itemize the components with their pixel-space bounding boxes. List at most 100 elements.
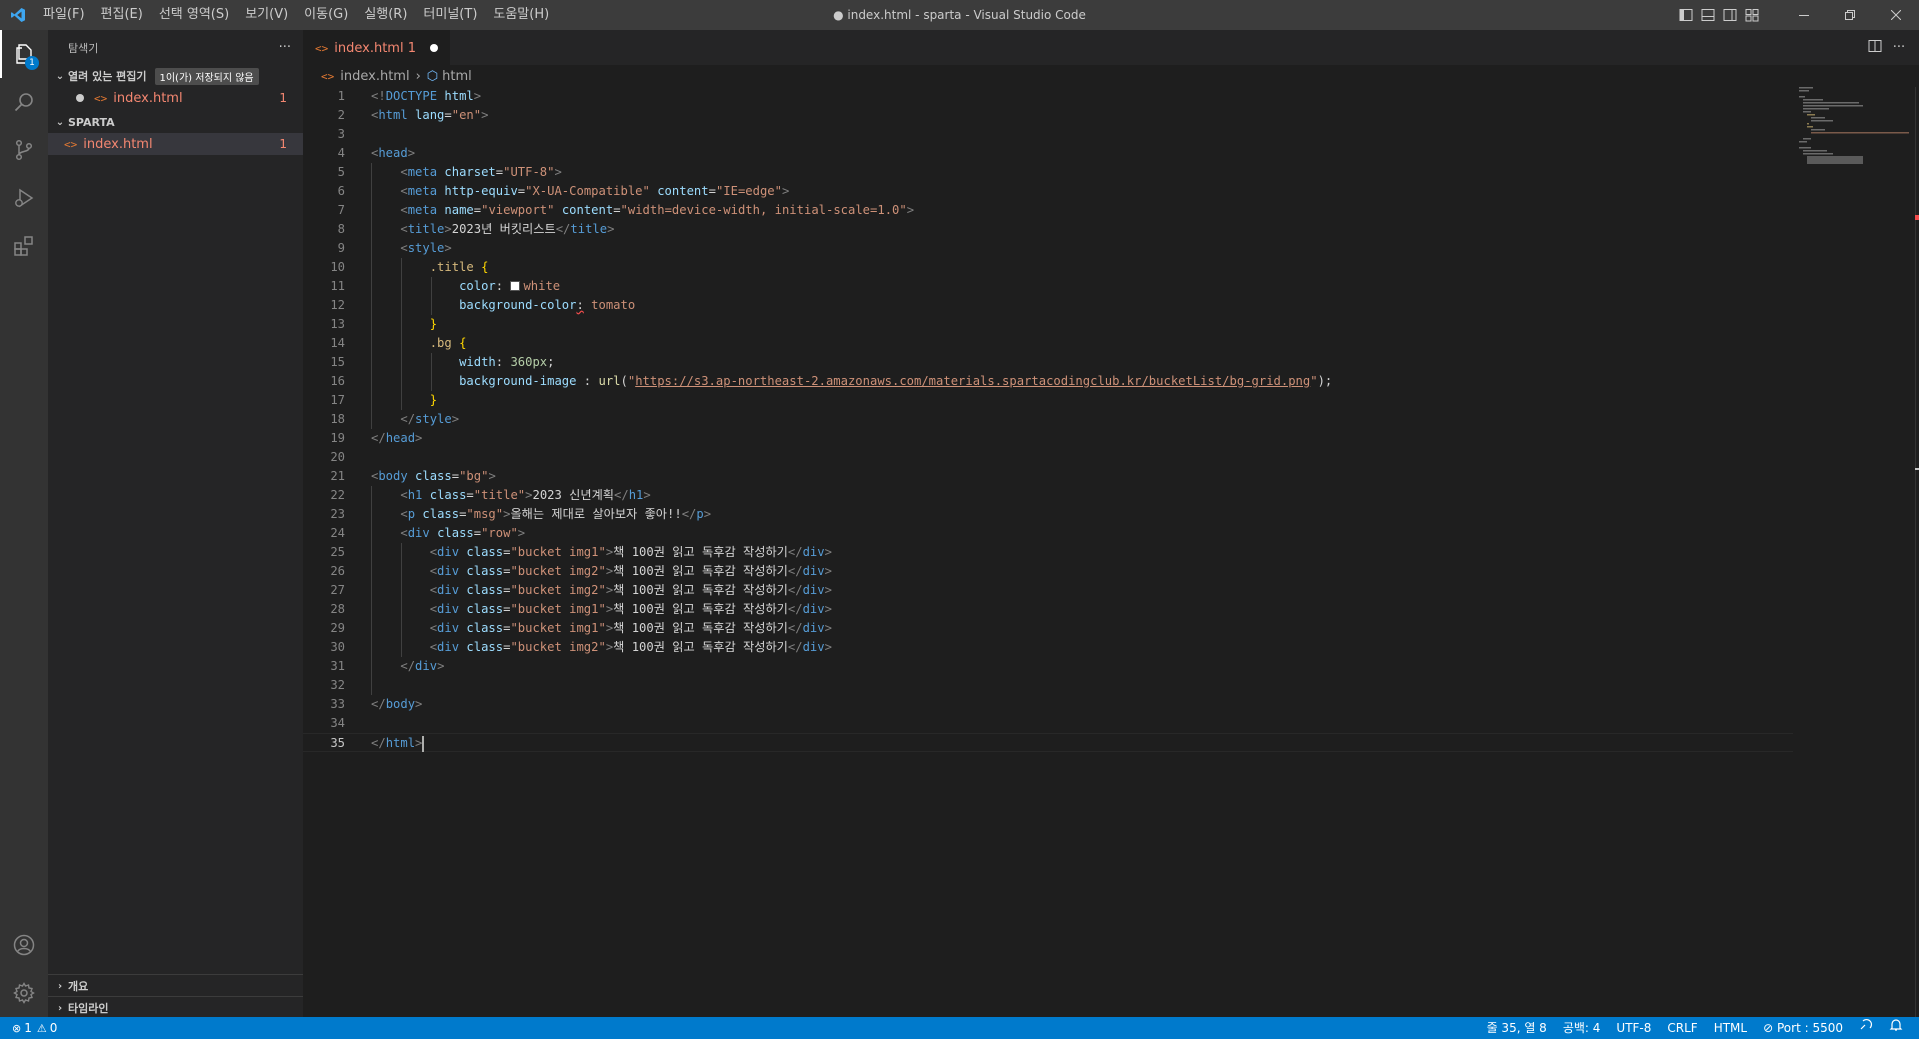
timeline-section[interactable]: › 타임라인 (48, 996, 303, 1019)
code-line[interactable]: </style> (371, 410, 459, 429)
open-editor-item[interactable]: <> index.html 1 (48, 87, 303, 109)
toggle-panel-icon[interactable] (1697, 0, 1719, 30)
tab-index-html[interactable]: <> index.html 1 (303, 30, 450, 65)
open-editors-section[interactable]: ⌄ 열려 있는 편집기 1이(가) 저장되지 않음 (48, 65, 303, 87)
activity-bar: 1 (0, 30, 48, 1017)
editor-area: <> index.html 1 ··· <> index.html › ⬡ ht… (303, 30, 1919, 1017)
no-entry-icon: ⊘ (1763, 1021, 1774, 1035)
code-line[interactable]: <meta name="viewport" content="width=dev… (371, 201, 914, 220)
notifications-bell-icon[interactable] (1881, 1017, 1911, 1039)
html-file-icon: <> (94, 91, 108, 105)
code-line[interactable]: <div class="bucket img2">책 100권 읽고 독후감 작… (371, 562, 832, 581)
code-line[interactable]: <div class="bucket img2">책 100권 읽고 독후감 작… (371, 581, 832, 600)
code-line[interactable]: .title { (371, 258, 489, 277)
code-line[interactable]: <div class="bucket img1">책 100권 읽고 독후감 작… (371, 600, 832, 619)
toggle-secondary-sidebar-icon[interactable] (1719, 0, 1741, 30)
line-number: 7 (337, 203, 345, 217)
code-line[interactable]: </html> (371, 734, 425, 753)
code-line[interactable]: <div class="bucket img2">책 100권 읽고 독후감 작… (371, 638, 832, 657)
menu-run[interactable]: 실행(R) (356, 0, 415, 30)
menu-edit[interactable]: 편집(E) (93, 0, 151, 30)
breadcrumb-file[interactable]: index.html (340, 69, 409, 84)
code-line[interactable]: <meta http-equiv="X-UA-Compatible" conte… (371, 182, 789, 201)
explorer-icon[interactable]: 1 (0, 30, 48, 78)
line-number: 12 (330, 298, 345, 312)
timeline-label: 타임라인 (68, 1002, 109, 1015)
cursor-position[interactable]: 줄 35, 열 8 (1479, 1017, 1555, 1039)
outline-label: 개요 (68, 980, 89, 993)
menu-file[interactable]: 파일(F) (35, 0, 93, 30)
feedback-icon[interactable] (1851, 1017, 1881, 1039)
code-line[interactable]: <style> (371, 239, 451, 258)
customize-layout-icon[interactable] (1741, 0, 1763, 30)
problems-status[interactable]: ⊗ 1 ⚠ 0 (0, 1021, 57, 1035)
code-line[interactable]: } (371, 315, 437, 334)
source-control-icon[interactable] (0, 126, 48, 174)
color-swatch-icon[interactable] (510, 281, 521, 291)
line-number: 21 (330, 469, 345, 483)
folder-section[interactable]: ⌄ SPARTA (48, 111, 303, 133)
code-line[interactable]: background-color: tomato (371, 296, 635, 315)
file-name: index.html (83, 136, 153, 152)
code-line[interactable]: <meta charset="UTF-8"> (371, 163, 561, 182)
text-cursor (422, 735, 425, 752)
line-number: 8 (337, 222, 345, 236)
code-line[interactable]: background-image : url("https://s3.ap-no… (371, 372, 1332, 391)
error-count: 1 (24, 1021, 32, 1035)
menu-terminal[interactable]: 터미널(T) (415, 0, 485, 30)
code-line[interactable]: </body> (371, 695, 422, 714)
more-actions-icon[interactable]: ··· (279, 40, 291, 55)
url-link[interactable]: https://s3.ap-northeast-2.amazonaws.com/… (635, 374, 1310, 388)
split-editor-icon[interactable] (1863, 39, 1887, 57)
line-number: 24 (330, 526, 345, 540)
live-server-port[interactable]: ⊘ Port : 5500 (1755, 1017, 1851, 1039)
indentation[interactable]: 공백: 4 (1555, 1017, 1609, 1039)
code-editor[interactable]: 1 <!DOCTYPE html> 2 <html lang="en"> 3 4 <h… (303, 87, 1793, 752)
encoding[interactable]: UTF-8 (1608, 1017, 1659, 1039)
line-number: 22 (330, 488, 345, 502)
menu-selection[interactable]: 선택 영역(S) (151, 0, 237, 30)
code-line[interactable]: </div> (371, 657, 444, 676)
search-icon[interactable] (0, 78, 48, 126)
more-actions-icon[interactable]: ··· (1887, 40, 1911, 55)
menu-view[interactable]: 보기(V) (237, 0, 296, 30)
code-line[interactable]: color: white (371, 277, 560, 296)
close-icon[interactable] (1873, 0, 1919, 30)
code-line[interactable]: } (371, 391, 437, 410)
language-mode[interactable]: HTML (1706, 1017, 1755, 1039)
line-number: 15 (330, 355, 345, 369)
menu-go[interactable]: 이동(G) (296, 0, 356, 30)
code-line[interactable]: <body class="bg"> (371, 467, 496, 486)
code-line[interactable]: <h1 class="title">2023 신년계획</h1> (371, 486, 650, 505)
vertical-scrollbar[interactable] (1905, 87, 1919, 1017)
end-of-line[interactable]: CRLF (1659, 1017, 1705, 1039)
code-line[interactable]: <title>2023년 버킷리스트</title> (371, 220, 614, 239)
unsaved-dot-icon[interactable] (429, 44, 438, 52)
code-line[interactable]: <html lang="en"> (371, 106, 488, 125)
accounts-icon[interactable] (0, 921, 48, 969)
extensions-icon[interactable] (0, 222, 48, 270)
minimap[interactable] (1793, 87, 1913, 167)
run-debug-icon[interactable] (0, 174, 48, 222)
code-line[interactable]: width: 360px; (371, 353, 554, 372)
outline-section[interactable]: › 개요 (48, 974, 303, 997)
code-line[interactable]: <head> (371, 144, 415, 163)
code-line[interactable]: <p class="msg">올해는 제대로 살아보자 좋아!!</p> (371, 505, 711, 524)
menu-help[interactable]: 도움말(H) (485, 0, 557, 30)
restore-icon[interactable] (1827, 0, 1873, 30)
tab-label: index.html 1 (334, 40, 416, 56)
code-line[interactable]: <!DOCTYPE html> (371, 87, 481, 106)
folder-file-item[interactable]: <> index.html 1 (48, 133, 303, 155)
line-number: 20 (330, 450, 345, 464)
minimize-icon[interactable] (1781, 0, 1827, 30)
line-number: 18 (330, 412, 345, 426)
line-number: 34 (330, 716, 345, 730)
code-line[interactable]: </head> (371, 429, 422, 448)
code-line[interactable]: .bg { (371, 334, 467, 353)
code-line[interactable]: <div class="bucket img1">책 100권 읽고 독후감 작… (371, 619, 832, 638)
settings-gear-icon[interactable] (0, 969, 48, 1017)
toggle-primary-sidebar-icon[interactable] (1675, 0, 1697, 30)
code-line[interactable]: <div class="bucket img1">책 100권 읽고 독후감 작… (371, 543, 832, 562)
breadcrumb-symbol[interactable]: html (442, 69, 472, 84)
code-line[interactable]: <div class="row"> (371, 524, 525, 543)
